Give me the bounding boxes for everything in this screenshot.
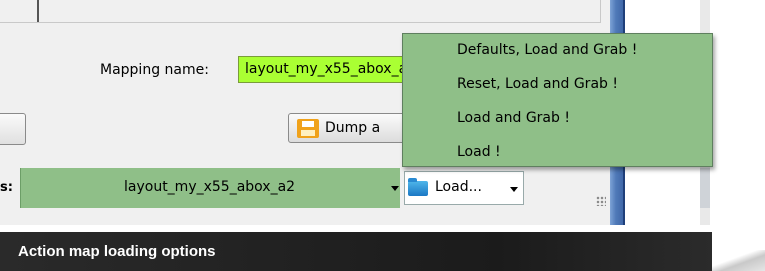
menu-item-load[interactable]: Load ! xyxy=(457,144,501,160)
mapping-name-input[interactable]: layout_my_x55_abox_a2 xyxy=(238,56,408,83)
chevron-down-icon[interactable] xyxy=(510,187,518,192)
mapping-select-combo[interactable]: layout_my_x55_abox_a2 xyxy=(20,168,400,208)
left-button[interactable] xyxy=(0,113,26,145)
background-window-edge-highlight xyxy=(700,168,710,208)
menu-item-defaults-load-grab[interactable]: Defaults, Load and Grab ! xyxy=(457,42,637,58)
folder-icon xyxy=(408,178,428,196)
resize-grip-icon[interactable] xyxy=(596,196,606,206)
chevron-down-icon[interactable] xyxy=(391,186,399,191)
load-options-menu: Defaults, Load and Grab ! Reset, Load an… xyxy=(402,33,713,167)
mapping-select-value: layout_my_x55_abox_a2 xyxy=(124,179,296,195)
mapping-name-label: Mapping name: xyxy=(100,62,209,78)
menu-item-reset-load-grab[interactable]: Reset, Load and Grab ! xyxy=(457,76,618,92)
dump-button-label: Dump a xyxy=(325,120,381,136)
page-curl xyxy=(712,250,765,271)
menu-item-load-grab[interactable]: Load and Grab ! xyxy=(457,110,570,126)
caption-text: Action map loading options xyxy=(18,243,216,260)
panel-marker xyxy=(37,0,39,22)
floppy-disk-icon xyxy=(297,119,319,138)
caption-bar: Action map loading options xyxy=(0,232,712,271)
load-split-button[interactable]: Load... xyxy=(404,171,524,205)
top-panel xyxy=(0,0,601,23)
status-bar-label: s: xyxy=(0,180,13,195)
load-button-label: Load... xyxy=(435,179,482,195)
